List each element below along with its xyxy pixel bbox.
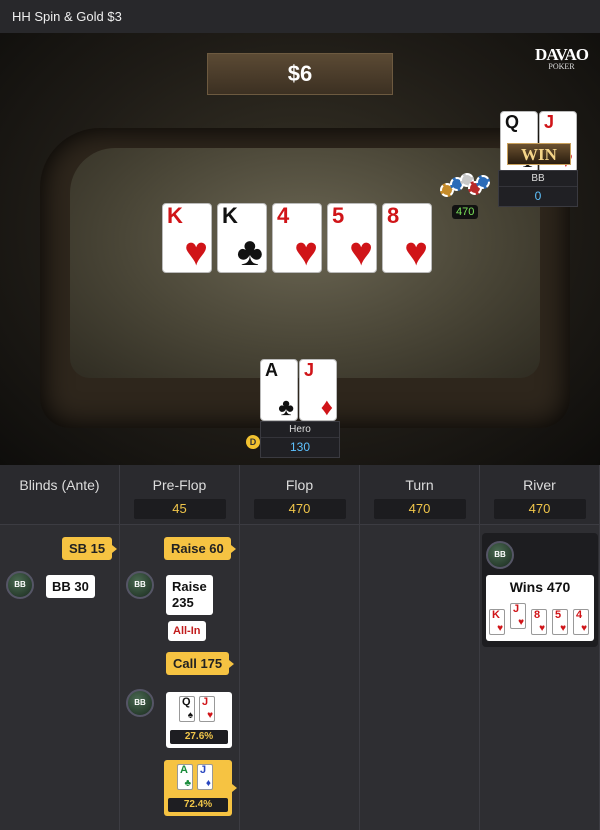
dealer-button-icon: D [246, 435, 260, 449]
raise-allin-tag: Raise 235 [166, 575, 213, 615]
mini-card: 5 ♥ [552, 609, 568, 635]
street-pot: 470 [253, 499, 346, 519]
street-header-turn[interactable]: Turn 470 [360, 465, 480, 525]
villain-showdown-hand: Q ♠ J ♥ 27.6% [166, 692, 232, 748]
street-label: River [523, 477, 556, 493]
preflop-column: Raise 60 BB Raise 235 All-In Call 175 BB… [120, 525, 240, 830]
mini-card: J ♦ [197, 764, 213, 790]
card-suit: ♦ [320, 394, 333, 421]
hero-equity: 72.4% [168, 798, 228, 812]
street-pot: 470 [493, 499, 586, 519]
allin-badge: All-In [168, 621, 206, 641]
card-suit: ♥ [404, 230, 428, 273]
player-stack: 0 [534, 189, 542, 203]
mini-card: K ♥ [489, 609, 505, 635]
river-column: BB Wins 470 K ♥ J ♥ 8 ♥ 5 ♥ 4 ♥ [480, 525, 600, 830]
mini-card: A ♣ [177, 764, 193, 790]
street-header-preflop[interactable]: Pre-Flop 45 [120, 465, 240, 525]
card-rank: J [304, 360, 315, 380]
card-suit: ♣ [236, 230, 263, 273]
player-stack: 130 [289, 440, 311, 454]
player-name: BB [499, 171, 577, 187]
wins-label: Wins 470 [509, 579, 571, 595]
card-rank: 4 [277, 203, 290, 228]
hero-card: A ♣ [260, 359, 298, 421]
bb-badge-icon: BB [486, 541, 514, 569]
street-header-blinds[interactable]: Blinds (Ante) [0, 465, 120, 525]
board-card: K ♣ [217, 203, 267, 273]
street-pot: 470 [373, 499, 466, 519]
street-label: Pre-Flop [152, 477, 207, 493]
hero-card: J ♦ [299, 359, 337, 421]
brand-logo: DAVAO POKER [535, 45, 589, 71]
chip-stack-icon [440, 173, 490, 203]
street-label: Turn [405, 477, 434, 493]
player-name: Hero [261, 422, 339, 438]
card-rank: K [167, 203, 183, 228]
blinds-column: SB 15 BB BB 30 [0, 525, 120, 830]
call-action-tag: Call 175 [166, 652, 235, 675]
turn-column [360, 525, 480, 830]
street-label: Flop [285, 477, 314, 493]
card-suit: ♥ [294, 230, 318, 273]
bb-badge-icon: BB [126, 689, 154, 717]
raise-amount: 235 [172, 595, 194, 610]
street-pot: 45 [133, 499, 226, 519]
street-header-flop[interactable]: Flop 470 [240, 465, 360, 525]
card-suit: ♣ [278, 394, 294, 421]
board-card: K ♥ [162, 203, 212, 273]
villain-nameplate[interactable]: BB 0 [498, 170, 578, 207]
board-card: 4 ♥ [272, 203, 322, 273]
bb-action-tag: BB 30 [46, 575, 95, 598]
river-wins-box: Wins 470 K ♥ J ♥ 8 ♥ 5 ♥ 4 ♥ [486, 575, 594, 641]
sb-action-tag: SB 15 [62, 537, 118, 560]
raise-action-tag: Raise 60 [164, 537, 236, 560]
card-rank: J [544, 112, 555, 132]
mini-card: Q ♠ [179, 696, 195, 722]
window-title: HH Spin & Gold $3 [0, 0, 600, 33]
card-suit: ♥ [349, 230, 373, 273]
poker-table: $6 DAVAO POKER K ♥ K ♣ 4 ♥ 5 ♥ 8 ♥ Q ♠ [0, 33, 600, 465]
bb-badge-icon: BB [6, 571, 34, 599]
flop-column [240, 525, 360, 830]
card-rank: 5 [332, 203, 345, 228]
street-label: Blinds (Ante) [19, 477, 100, 493]
villain-equity: 27.6% [170, 730, 228, 744]
win-banner: WIN [507, 143, 571, 165]
card-rank: 8 [387, 203, 400, 228]
card-rank: A [265, 360, 278, 380]
street-header-river[interactable]: River 470 [480, 465, 600, 525]
mini-card: J ♥ [510, 603, 526, 629]
bb-badge-icon: BB [126, 571, 154, 599]
mini-card: 4 ♥ [573, 609, 589, 635]
board-card: 5 ♥ [327, 203, 377, 273]
card-rank: Q [505, 112, 520, 132]
mini-card: J ♥ [199, 696, 215, 722]
card-rank: K [222, 203, 238, 228]
hero-nameplate[interactable]: Hero 130 [260, 421, 340, 458]
pot-chip-count: 470 [452, 205, 479, 219]
mini-card: 8 ♥ [531, 609, 547, 635]
raise-label: Raise [172, 579, 207, 594]
hand-history-panel: Blinds (Ante) Pre-Flop 45 Flop 470 Turn … [0, 465, 600, 830]
card-suit: ♥ [184, 230, 208, 273]
pot-sign: $6 [207, 53, 393, 95]
board-card: 8 ♥ [382, 203, 432, 273]
hero-showdown-hand: A ♣ J ♦ 72.4% [164, 760, 237, 816]
